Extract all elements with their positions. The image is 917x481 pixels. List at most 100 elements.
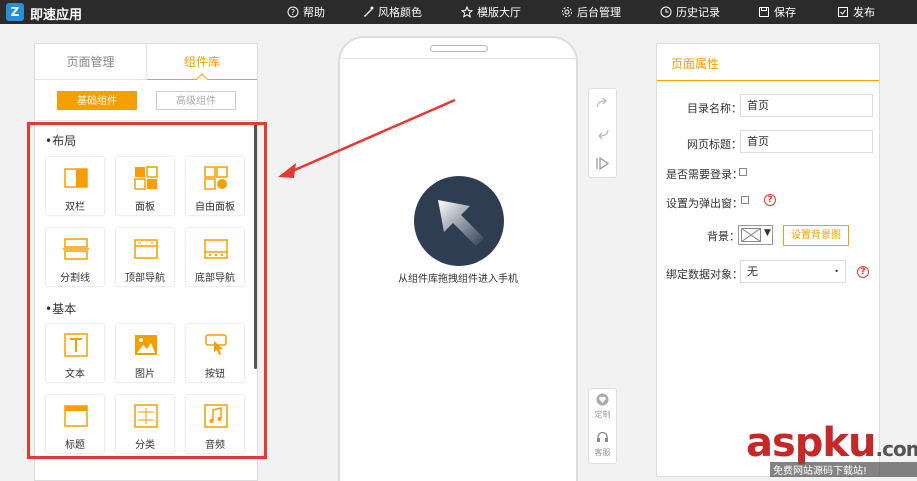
component-free-panel[interactable]: 自由面板 (185, 156, 245, 216)
bind-data-value: 无 (747, 265, 758, 278)
history-icon (660, 6, 672, 18)
component-audio[interactable]: 音频 (185, 394, 245, 454)
component-panel-scrollbar[interactable] (254, 124, 257, 369)
tab-divider (35, 79, 147, 80)
nav-publish-label: 发布 (853, 6, 875, 19)
top-nav-icon (134, 239, 158, 259)
phone-drag-hint: 从组件库拖拽组件进入手机 (398, 274, 518, 285)
watermark-logo: aspku.com (746, 420, 917, 466)
component-label: 图片 (135, 369, 155, 380)
customer-service-label: 客服 (594, 448, 611, 457)
phone-speaker (430, 45, 488, 52)
divider (35, 120, 257, 121)
component-label: 分割线 (60, 273, 90, 284)
component-panel-grid[interactable]: 面板 (115, 156, 175, 216)
music-note-icon (204, 404, 228, 428)
component-heading[interactable]: 标题 (45, 394, 105, 454)
need-login-label: 是否需要登录： (666, 168, 743, 181)
need-login-checkbox[interactable] (739, 168, 747, 176)
customer-service-button[interactable]: 客服 (589, 427, 616, 463)
properties-divider (657, 80, 879, 81)
background-picker[interactable]: ▼ (738, 225, 773, 245)
advanced-components-button[interactable]: 高级组件 (156, 91, 236, 110)
bind-data-label: 绑定数据对象： (666, 268, 743, 281)
component-label: 标题 (65, 440, 85, 451)
component-category[interactable]: 分类 (115, 394, 175, 454)
bottom-nav-icon (204, 239, 228, 259)
component-two-column[interactable]: 双栏 (45, 156, 105, 216)
component-top-nav[interactable]: 顶部导航 (115, 227, 175, 287)
drag-target-circle (414, 176, 504, 266)
nav-history[interactable]: 历史记录 (660, 4, 720, 20)
nav-help-label: 帮助 (303, 6, 325, 19)
component-button[interactable]: 按钮 (185, 323, 245, 383)
save-icon (759, 7, 769, 17)
nav-admin[interactable]: 后台管理 (561, 4, 621, 20)
support-toolbar: 定制 客服 (588, 388, 617, 464)
category-icon (134, 404, 158, 428)
basic-components-button[interactable]: 基础组件 (57, 91, 137, 110)
component-label: 底部导航 (195, 273, 235, 284)
component-bottom-nav[interactable]: 底部导航 (185, 227, 245, 287)
component-text[interactable]: 文本 (45, 323, 105, 383)
heart-icon (596, 393, 609, 406)
properties-title: 页面属性 (671, 57, 720, 71)
nav-style-color[interactable]: 风格颜色 (362, 4, 422, 20)
preview-button[interactable] (589, 149, 616, 178)
bind-data-select[interactable]: 无 • (740, 260, 846, 283)
dir-name-input[interactable]: 首页 (740, 94, 873, 117)
undo-redo-toolbar (588, 88, 617, 178)
nav-template-hall[interactable]: 模版大厅 (461, 4, 521, 20)
phone-canvas[interactable]: 从组件库拖拽组件进入手机 (338, 36, 578, 481)
customize-button[interactable]: 定制 (589, 389, 616, 425)
undo-button[interactable] (589, 119, 616, 148)
popup-help-icon[interactable]: ? (764, 194, 776, 206)
component-divider[interactable]: 分割线 (45, 227, 105, 287)
palette-icon (364, 6, 374, 17)
two-column-icon (64, 168, 88, 188)
nav-admin-label: 后台管理 (577, 6, 621, 19)
customize-label: 定制 (594, 410, 611, 419)
tab-page-management[interactable]: 页面管理 (35, 44, 147, 80)
divider-line-icon (63, 238, 89, 260)
component-panel: 页面管理 组件库 基础组件 高级组件 •布局 双栏 面板 自由面板 分割线 顶部… (34, 43, 258, 481)
page-title-input[interactable]: 首页 (740, 130, 873, 153)
top-bar: Z 即速应用 ? 帮助 风格颜色 模版大厅 后台管理 历史记录 保存 发布 (0, 0, 917, 24)
preview-play-icon (596, 156, 610, 171)
popup-checkbox[interactable] (741, 196, 749, 204)
bind-data-help-icon[interactable]: ? (857, 266, 869, 278)
nav-publish[interactable]: 发布 (837, 4, 875, 20)
popup-label: 设置为弹出窗： (666, 197, 743, 210)
nav-help[interactable]: ? 帮助 (287, 4, 325, 20)
nav-style-color-label: 风格颜色 (378, 6, 422, 19)
help-circle-icon: ? (287, 6, 299, 18)
image-icon (135, 335, 157, 355)
app-logo: Z (6, 3, 24, 21)
component-label: 分类 (135, 440, 155, 451)
page-properties-panel: 页面属性 目录名称： 首页 网页标题： 首页 是否需要登录： 设置为弹出窗： ?… (656, 43, 880, 477)
background-label: 背景： (707, 230, 740, 243)
component-label: 自由面板 (195, 202, 235, 213)
text-icon (64, 333, 88, 357)
nav-save[interactable]: 保存 (758, 4, 796, 20)
undo-icon (598, 129, 609, 140)
nav-save-label: 保存 (774, 6, 796, 19)
component-label: 双栏 (65, 202, 85, 213)
redo-button[interactable] (589, 89, 616, 118)
publish-check-icon (838, 7, 848, 17)
no-background-icon (741, 228, 761, 242)
component-image[interactable]: 图片 (115, 323, 175, 383)
component-label: 音频 (205, 440, 225, 451)
section-title-basic: •基本 (45, 302, 77, 316)
set-background-image-button[interactable]: 设置背景图 (783, 225, 849, 246)
nav-template-hall-label: 模版大厅 (477, 6, 521, 19)
headset-icon (597, 431, 608, 442)
component-label: 顶部导航 (125, 273, 165, 284)
component-label: 面板 (135, 202, 155, 213)
heading-icon (64, 405, 88, 427)
button-tap-icon (205, 334, 227, 355)
nav-history-label: 历史记录 (676, 6, 720, 19)
component-label: 按钮 (205, 369, 225, 380)
select-dot-icon: • (834, 267, 839, 276)
panel-grid-icon (134, 166, 158, 190)
